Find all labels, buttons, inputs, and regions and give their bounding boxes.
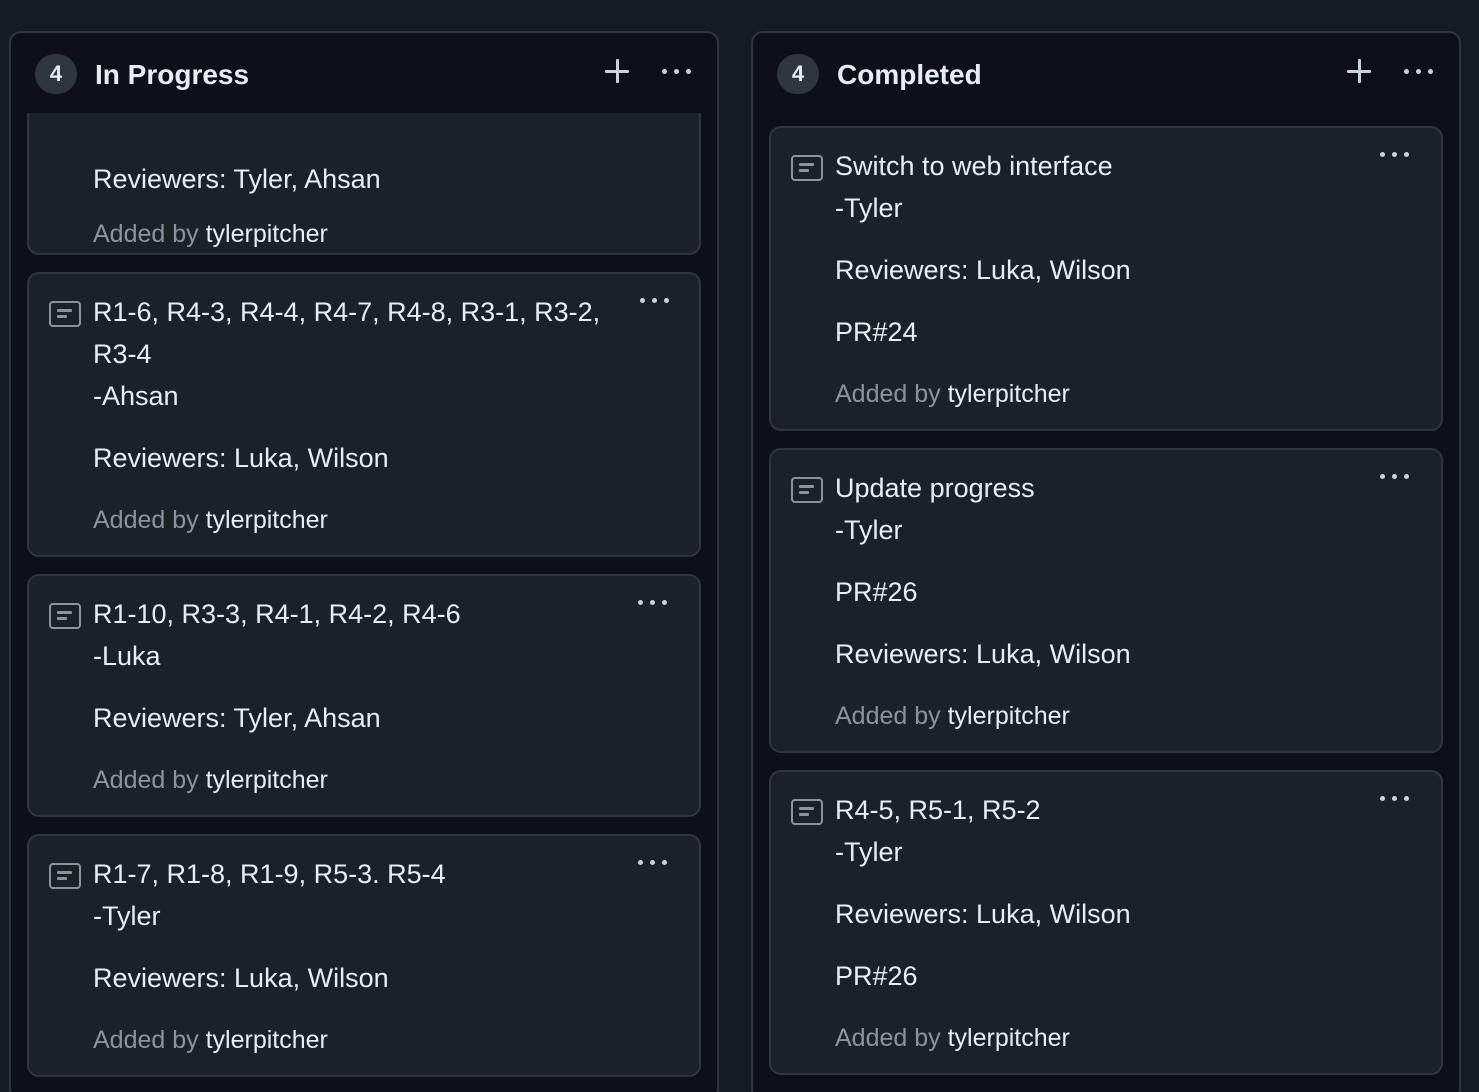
- card-detail: Reviewers: Luka, Wilson: [835, 899, 1131, 929]
- card-detail: PR#26: [835, 577, 918, 607]
- added-by-label: Added by: [835, 380, 941, 408]
- more-horizontal-icon: [657, 51, 697, 91]
- card[interactable]: Update progress -Tyler PR#26 Reviewers: …: [769, 448, 1443, 753]
- card[interactable]: R1-7, R1-8, R1-9, R5-3. R5-4 -Tyler Revi…: [27, 834, 701, 1077]
- column-title: Completed: [837, 59, 982, 90]
- card-author: -Tyler: [835, 515, 903, 545]
- added-by-user-link[interactable]: tylerpitcher: [948, 1024, 1070, 1052]
- add-card-button[interactable]: [597, 51, 637, 91]
- card-body: Reviewers: Tyler, Ahsan: [93, 158, 659, 200]
- card-author: -Ahsan: [93, 381, 179, 411]
- note-icon: [791, 799, 823, 825]
- add-card-button[interactable]: [1339, 51, 1379, 91]
- column-completed: 4 Completed Switch to web interface -Tyl…: [751, 31, 1461, 1092]
- added-by-label: Added by: [93, 1026, 199, 1054]
- added-by-user-link[interactable]: tylerpitcher: [206, 1026, 328, 1054]
- card-body: R1-6, R4-3, R4-4, R4-7, R4-8, R3-1, R3-2…: [93, 291, 669, 479]
- added-by-label: Added by: [835, 1024, 941, 1052]
- card-detail: Reviewers: Tyler, Ahsan: [93, 164, 381, 194]
- note-icon: [791, 477, 823, 503]
- card-title-line: R1-7, R1-8, R1-9, R5-3. R5-4: [93, 859, 446, 889]
- card[interactable]: R1-6, R4-3, R4-4, R4-7, R4-8, R3-1, R3-2…: [27, 272, 701, 557]
- card-detail: Reviewers: Luka, Wilson: [835, 639, 1131, 669]
- note-icon: [49, 603, 81, 629]
- card-detail: Reviewers: Luka, Wilson: [93, 443, 389, 473]
- added-by: Added by tylerpitcher: [835, 380, 1070, 409]
- card-list[interactable]: Reviewers: Tyler, Ahsan Added by tylerpi…: [11, 113, 717, 1092]
- card-body: R1-10, R3-3, R4-1, R4-2, R4-6 -Luka Revi…: [93, 593, 659, 739]
- card-count-badge: 4: [35, 54, 77, 94]
- card[interactable]: R4-5, R5-1, R5-2 -Tyler Reviewers: Luka,…: [769, 770, 1443, 1075]
- column-header: 4 In Progress: [11, 33, 717, 113]
- card-detail: PR#24: [835, 317, 918, 347]
- note-icon: [791, 155, 823, 181]
- card-author: -Tyler: [835, 193, 903, 223]
- card-detail: Reviewers: Luka, Wilson: [835, 255, 1131, 285]
- card-title-line: Switch to web interface: [835, 151, 1113, 181]
- card-body: Switch to web interface -Tyler Reviewers…: [835, 145, 1401, 353]
- card-title-line: Update progress: [835, 473, 1035, 503]
- added-by-label: Added by: [93, 220, 199, 248]
- added-by: Added by tylerpitcher: [93, 506, 328, 535]
- card-title-line: R1-10, R3-3, R4-1, R4-2, R4-6: [93, 599, 461, 629]
- added-by-user-link[interactable]: tylerpitcher: [206, 766, 328, 794]
- project-board: 4 In Progress Reviewers: Tyler, Ahsan Ad…: [0, 0, 1479, 1092]
- added-by-user-link[interactable]: tylerpitcher: [206, 220, 328, 248]
- card[interactable]: Reviewers: Tyler, Ahsan Added by tylerpi…: [27, 113, 701, 255]
- card-author: -Luka: [93, 641, 161, 671]
- added-by-label: Added by: [93, 766, 199, 794]
- added-by-user-link[interactable]: tylerpitcher: [206, 506, 328, 534]
- card-detail: Reviewers: Luka, Wilson: [93, 963, 389, 993]
- added-by: Added by tylerpitcher: [93, 1026, 328, 1055]
- column-in-progress: 4 In Progress Reviewers: Tyler, Ahsan Ad…: [9, 31, 719, 1092]
- card-count-badge: 4: [777, 54, 819, 94]
- card-title-line: R3-4: [93, 339, 152, 369]
- more-horizontal-icon: [1399, 51, 1439, 91]
- card-list[interactable]: Switch to web interface -Tyler Reviewers…: [753, 113, 1459, 1092]
- card-detail: Reviewers: Tyler, Ahsan: [93, 703, 381, 733]
- card-body: R4-5, R5-1, R5-2 -Tyler Reviewers: Luka,…: [835, 789, 1401, 997]
- card[interactable]: R1-10, R3-3, R4-1, R4-2, R4-6 -Luka Revi…: [27, 574, 701, 817]
- note-icon: [49, 301, 81, 327]
- added-by: Added by tylerpitcher: [835, 702, 1070, 731]
- column-menu-button[interactable]: [657, 51, 697, 91]
- card[interactable]: Switch to web interface -Tyler Reviewers…: [769, 126, 1443, 431]
- card-author: -Tyler: [93, 901, 161, 931]
- card-author: -Tyler: [835, 837, 903, 867]
- added-by-label: Added by: [835, 702, 941, 730]
- card-body: R1-7, R1-8, R1-9, R5-3. R5-4 -Tyler Revi…: [93, 853, 659, 999]
- added-by: Added by tylerpitcher: [93, 220, 328, 249]
- card-title-line: R1-6, R4-3, R4-4, R4-7, R4-8, R3-1, R3-2…: [93, 297, 601, 327]
- added-by: Added by tylerpitcher: [93, 766, 328, 795]
- card-detail: PR#26: [835, 961, 918, 991]
- column-title: In Progress: [95, 59, 250, 90]
- card-body: Update progress -Tyler PR#26 Reviewers: …: [835, 467, 1401, 675]
- column-menu-button[interactable]: [1399, 51, 1439, 91]
- added-by-label: Added by: [93, 506, 199, 534]
- added-by-user-link[interactable]: tylerpitcher: [948, 380, 1070, 408]
- card-title-line: R4-5, R5-1, R5-2: [835, 795, 1041, 825]
- added-by: Added by tylerpitcher: [835, 1024, 1070, 1053]
- added-by-user-link[interactable]: tylerpitcher: [948, 702, 1070, 730]
- note-icon: [49, 863, 81, 889]
- column-header: 4 Completed: [753, 33, 1459, 113]
